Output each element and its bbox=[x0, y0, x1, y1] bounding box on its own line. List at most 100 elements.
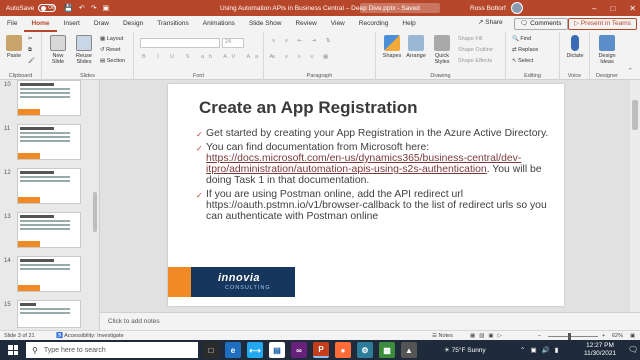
shape-fill-button[interactable]: Shape Fill bbox=[458, 36, 482, 42]
tab-view[interactable]: View bbox=[324, 16, 352, 32]
find-button[interactable]: 🔍 Find bbox=[512, 36, 531, 42]
fit-slide-icon[interactable]: ▣ bbox=[630, 333, 635, 339]
vscode-icon[interactable]: ⟷ bbox=[247, 342, 263, 358]
ribbon: Paste ✂ ⧉ 🖌 Clipboard New Slide Reuse Sl… bbox=[0, 32, 640, 80]
zoom-slider-handle[interactable] bbox=[568, 333, 571, 340]
slide-thumbnail[interactable] bbox=[17, 168, 81, 204]
zoom-in-icon[interactable]: + bbox=[602, 333, 605, 339]
tab-design[interactable]: Design bbox=[116, 16, 150, 32]
maximize-icon[interactable]: □ bbox=[610, 4, 615, 13]
zoom-level[interactable]: 62% bbox=[612, 333, 623, 339]
paste-button[interactable]: Paste bbox=[2, 35, 26, 59]
tab-file[interactable]: File bbox=[0, 16, 24, 32]
present-in-teams-button[interactable]: ▷ Present in Teams bbox=[568, 18, 637, 30]
design-ideas-button[interactable]: Design Ideas bbox=[595, 35, 619, 65]
tab-recording[interactable]: Recording bbox=[352, 16, 396, 32]
notes-toggle[interactable]: ☰ Notes bbox=[432, 333, 453, 339]
undo-icon[interactable]: ↶ bbox=[79, 4, 85, 12]
weather-widget[interactable]: ☀ 75°F Sunny bbox=[444, 346, 486, 354]
visual-studio-icon[interactable]: ∞ bbox=[291, 342, 307, 358]
select-button[interactable]: ↖ Select bbox=[512, 58, 533, 64]
tab-help[interactable]: Help bbox=[395, 16, 422, 32]
company-logo-banner: innovia CONSULTING bbox=[168, 267, 295, 297]
battery-icon[interactable]: ▮ bbox=[555, 346, 559, 354]
font-name-select[interactable] bbox=[140, 38, 220, 48]
thumbnail-number: 13 bbox=[4, 214, 11, 220]
tab-transitions[interactable]: Transitions bbox=[150, 16, 196, 32]
font-format-buttons[interactable]: B I U S ab AV Aa A bbox=[142, 54, 278, 60]
settings-gear-icon[interactable]: ⚙ bbox=[357, 342, 373, 358]
tab-slide-show[interactable]: Slide Show bbox=[242, 16, 289, 32]
section-button[interactable]: ▤ Section bbox=[100, 58, 125, 64]
format-painter-icon[interactable]: 🖌 bbox=[28, 58, 35, 64]
comments-button[interactable]: 🗨 Comments bbox=[514, 18, 568, 30]
task-view-icon[interactable]: □ bbox=[203, 342, 219, 358]
edge-icon[interactable]: e bbox=[225, 342, 241, 358]
chevron-up-icon[interactable]: ⌃ bbox=[520, 346, 525, 354]
slide-thumbnail[interactable] bbox=[17, 212, 81, 248]
slide-title[interactable]: Create an App Registration bbox=[199, 98, 418, 118]
shape-outline-button[interactable]: Shape Outline bbox=[458, 47, 493, 53]
checkmark-bullet-icon: ✓ bbox=[196, 144, 203, 153]
zoom-slider[interactable] bbox=[548, 336, 598, 337]
tab-draw[interactable]: Draw bbox=[87, 16, 116, 32]
new-slide-button[interactable]: New Slide bbox=[46, 35, 70, 65]
taskbar-search-box[interactable]: ⚲ Type here to search bbox=[26, 342, 198, 358]
volume-icon[interactable]: 🔊 bbox=[542, 346, 550, 354]
tab-review[interactable]: Review bbox=[288, 16, 323, 32]
documentation-link[interactable]: https://docs.microsoft.com/en-us/dynamic… bbox=[206, 153, 521, 175]
minimize-icon[interactable]: – bbox=[592, 4, 596, 13]
windows-start-icon[interactable] bbox=[8, 345, 18, 355]
redo-icon[interactable]: ↷ bbox=[91, 4, 97, 12]
tab-home[interactable]: Home bbox=[24, 16, 57, 32]
postman-icon[interactable]: ● bbox=[335, 342, 351, 358]
tab-insert[interactable]: Insert bbox=[57, 16, 87, 32]
slide-thumbnail[interactable] bbox=[17, 80, 81, 116]
system-clock[interactable]: 12:27 PM 11/30/2021 bbox=[584, 342, 616, 358]
cut-icon[interactable]: ✂ bbox=[28, 36, 33, 42]
reuse-slides-button[interactable]: Reuse Slides bbox=[72, 35, 96, 65]
user-name: Ross Bottorf bbox=[470, 4, 506, 12]
quick-styles-button[interactable]: Quick Styles bbox=[430, 35, 454, 65]
share-button[interactable]: ↗ Share bbox=[478, 18, 503, 26]
slide-body[interactable]: ✓ Get started by creating your App Regist… bbox=[196, 128, 552, 225]
replace-button[interactable]: ⇄ Replace bbox=[512, 47, 538, 53]
thumbnail-scrollbar[interactable] bbox=[92, 82, 98, 328]
powerpoint-icon[interactable]: P bbox=[313, 342, 329, 358]
logo-subtitle: CONSULTING bbox=[225, 285, 271, 291]
tab-animations[interactable]: Animations bbox=[196, 16, 242, 32]
arrange-button[interactable]: Arrange bbox=[404, 35, 428, 59]
network-icon[interactable]: ▣ bbox=[530, 346, 536, 354]
list-buttons[interactable]: ≡ ≡ ⇤ ⇥ ⇅ bbox=[272, 38, 334, 44]
layout-button[interactable]: ▦ Layout bbox=[100, 36, 123, 42]
shapes-button[interactable]: Shapes bbox=[380, 35, 404, 59]
slide-scrollbar[interactable] bbox=[630, 80, 640, 312]
slide-thumbnail[interactable] bbox=[17, 256, 81, 292]
close-icon[interactable]: ✕ bbox=[629, 4, 636, 13]
slide-thumbnail[interactable] bbox=[17, 124, 81, 160]
present-icon[interactable]: ▣ bbox=[103, 4, 110, 12]
logo-name: innovia bbox=[218, 272, 261, 284]
font-size-select[interactable]: 24 bbox=[222, 38, 244, 48]
editing-group: 🔍 Find ⇄ Replace ↖ Select Editing bbox=[506, 32, 560, 80]
dictate-button[interactable]: Dictate bbox=[563, 35, 587, 59]
title-search-box[interactable] bbox=[360, 3, 440, 13]
slide[interactable]: Create an App Registration ✓ Get started … bbox=[168, 84, 564, 306]
explorer-icon[interactable]: ▤ bbox=[269, 342, 285, 358]
autosave-toggle[interactable]: Off bbox=[38, 4, 57, 12]
avatar[interactable] bbox=[511, 2, 523, 14]
app-icon[interactable]: ▲ bbox=[401, 342, 417, 358]
accessibility-status[interactable]: ♿ Accessibility: Investigate bbox=[56, 333, 124, 339]
copy-icon[interactable]: ⧉ bbox=[28, 47, 32, 54]
slide-thumbnail[interactable] bbox=[17, 300, 81, 328]
align-buttons[interactable]: ≡ ≡ ≡ ≡ ▦ bbox=[272, 54, 332, 60]
app-icon[interactable]: ▩ bbox=[379, 342, 395, 358]
notes-pane[interactable]: Click to add notes bbox=[100, 312, 640, 330]
notifications-icon[interactable]: 🗨 bbox=[628, 345, 638, 354]
view-buttons[interactable]: ▦▧▣▷ bbox=[470, 333, 506, 339]
reset-button[interactable]: ↺ Reset bbox=[100, 47, 121, 53]
collapse-ribbon-icon[interactable]: ⌃ bbox=[628, 68, 633, 74]
zoom-out-icon[interactable]: – bbox=[538, 333, 541, 339]
save-icon[interactable]: 💾 bbox=[64, 4, 73, 12]
shape-effects-button[interactable]: Shape Effects bbox=[458, 58, 492, 64]
